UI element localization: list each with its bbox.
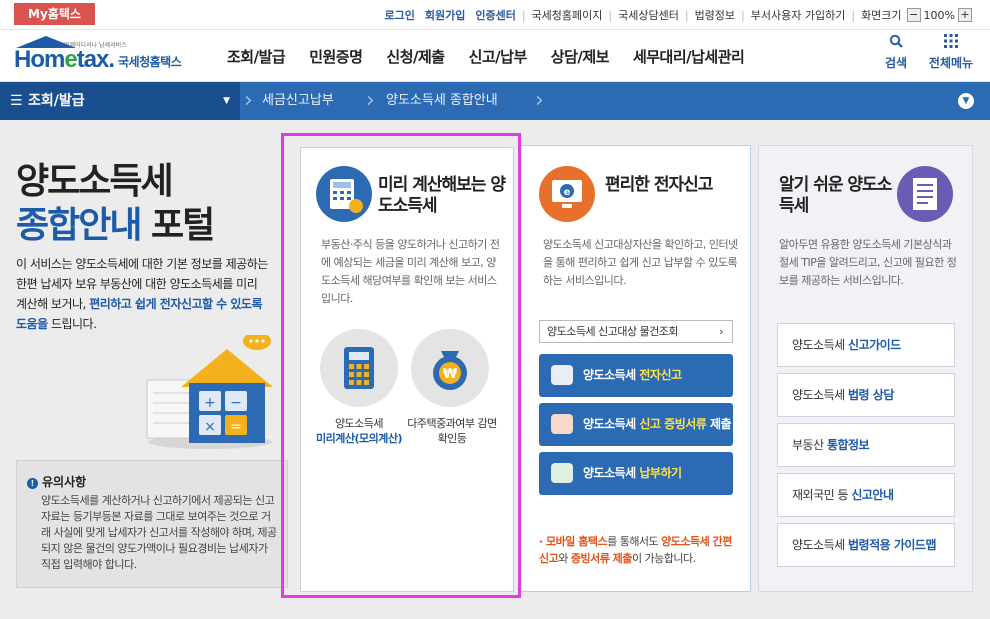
svg-text:+: + bbox=[204, 395, 216, 411]
zoom-level: 100% bbox=[923, 8, 955, 22]
house-calculator-illustration: + − × = bbox=[145, 332, 275, 450]
hamburger-icon: ☰ bbox=[10, 93, 23, 109]
breadcrumb-menu-dropdown[interactable]: ☰ 조회/발급 ▼ bbox=[0, 82, 240, 120]
breadcrumb-separator-icon: › bbox=[244, 88, 253, 113]
breadcrumb-item-tax-filing[interactable]: 세금신고납부 bbox=[262, 82, 334, 120]
law-info-link[interactable]: 법령정보 bbox=[695, 7, 735, 23]
chevron-right-icon: › bbox=[719, 325, 723, 338]
document-icon bbox=[551, 414, 573, 434]
card-easy-guide-desc: 알아두면 유용한 양도소득세 기본상식과 절세 TIP을 알려드리고, 신고에 … bbox=[779, 238, 957, 287]
real-estate-info-link[interactable]: 부동산 통합정보 bbox=[777, 423, 955, 467]
logo-wordmark: Hometax. bbox=[14, 46, 115, 73]
nav-item-filing[interactable]: 신고/납부 bbox=[469, 46, 528, 67]
e-filing-icon: e bbox=[539, 166, 595, 222]
mobile-notice: · 모바일 홈택스를 통해서도 양도소득세 간편신고와 증빙서류 제출이 가능합… bbox=[539, 535, 732, 565]
calculator-icon bbox=[316, 166, 372, 222]
card-efiling-title: 편리한 전자신고 bbox=[605, 175, 713, 195]
my-hometax-button[interactable]: My홈택스 bbox=[14, 3, 95, 25]
dropdown-arrow-icon: ▼ bbox=[223, 96, 230, 106]
breadcrumb-separator-icon: › bbox=[535, 88, 544, 113]
submit-documents-button[interactable]: 양도소득세 신고 증빙서류 제출 bbox=[539, 403, 733, 446]
nav-item-tax-agent[interactable]: 세무대리/납세관리 bbox=[633, 46, 745, 67]
search-label: 검색 bbox=[884, 56, 908, 70]
nav-item-inquiry[interactable]: 조회/발급 bbox=[227, 46, 286, 67]
nav-item-application[interactable]: 신청/제출 bbox=[386, 46, 445, 67]
nts-homepage-link[interactable]: 국세청홈페이지 bbox=[532, 7, 603, 23]
logo-org-name: 국세청홈택스 bbox=[118, 55, 182, 69]
dept-user-signup-link[interactable]: 부서사용자 가입하기 bbox=[751, 7, 846, 23]
breadcrumb-expand-icon[interactable]: ▼ bbox=[958, 93, 974, 109]
card-precalc: 미리 계산해보는 양도소득세 부동산·주식 등을 양도하거나 신고하기 전에 예… bbox=[300, 147, 514, 592]
svg-text:−: − bbox=[230, 395, 242, 411]
monitor-icon bbox=[551, 365, 573, 385]
page-title: 양도소득세 종합안내 포털 bbox=[16, 161, 215, 246]
breadcrumb-item-current[interactable]: 양도소득세 종합안내 bbox=[386, 82, 498, 120]
card-precalc-title: 미리 계산해보는 양도소득세 bbox=[378, 175, 506, 216]
calculator-icon bbox=[344, 347, 374, 389]
card-efiling: e 편리한 전자신고 양도소득세 신고대상자산을 확인하고, 인터넷을 통해 편… bbox=[520, 145, 751, 592]
zoom-in-button[interactable]: + bbox=[958, 8, 972, 22]
grid-menu-icon bbox=[925, 34, 977, 54]
breadcrumb-separator-icon: › bbox=[366, 88, 375, 113]
signup-link[interactable]: 회원가입 bbox=[425, 7, 465, 23]
divider: | bbox=[608, 8, 613, 22]
card-precalc-desc: 부동산·주식 등을 양도하거나 신고하기 전에 예상되는 세금을 미리 계산해 … bbox=[321, 238, 500, 305]
site-header: 언제어디서나 납세서비스 Hometax. 국세청홈택스 조회/발급 민원증명 … bbox=[0, 30, 990, 82]
global-nav: 조회/발급 민원증명 신청/제출 신고/납부 상담/제보 세무대리/납세관리 bbox=[215, 46, 756, 67]
search-button[interactable]: 검색 bbox=[873, 34, 919, 71]
card-easy-guide: 알기 쉬운 양도소득세 알아두면 유용한 양도소득세 기본상식과 절세 TIP을… bbox=[758, 145, 973, 592]
login-link[interactable]: 로그인 bbox=[384, 7, 414, 23]
document-list-icon bbox=[897, 166, 953, 222]
intro-text: 이 서비스는 양도소득세에 대한 기본 정보를 제공하는 한편 납세자 보유 부… bbox=[16, 257, 268, 331]
money-bag-icon: ₩ bbox=[433, 351, 467, 390]
payment-icon bbox=[551, 463, 573, 483]
breadcrumb: ☰ 조회/발급 ▼ › 세금신고납부 › 양도소득세 종합안내 › ▼ bbox=[0, 82, 990, 120]
card-easy-guide-title: 알기 쉬운 양도소득세 bbox=[779, 175, 892, 216]
notice-box: ! 유의사항 양도소득세를 계산하거나 신고하기에서 제공되는 신고 자료는 등기… bbox=[16, 460, 288, 588]
screen-size-label: 화면크기 bbox=[861, 9, 902, 22]
nav-item-consult[interactable]: 상담/제보 bbox=[551, 46, 610, 67]
divider: | bbox=[741, 8, 745, 22]
card-efiling-desc: 양도소득세 신고대상자산을 확인하고, 인터넷을 통해 편리하고 쉽게 신고 납… bbox=[543, 238, 738, 287]
overseas-filing-link[interactable]: 재외국민 등 신고안내 bbox=[777, 473, 955, 517]
multi-home-check-button[interactable]: ₩ bbox=[411, 329, 489, 407]
all-menu-button[interactable]: 전체메뉴 bbox=[925, 34, 977, 71]
efiling-button[interactable]: 양도소득세 전자신고 bbox=[539, 354, 733, 397]
filing-target-lookup-button[interactable]: 양도소득세 신고대상 물건조회 › bbox=[539, 320, 733, 343]
multi-home-label[interactable]: 다주택중과여부 감면확인등 bbox=[407, 416, 497, 446]
divider: | bbox=[684, 8, 689, 22]
precalc-calculator-button[interactable] bbox=[320, 329, 398, 407]
hometax-logo[interactable]: 언제어디서나 납세서비스 Hometax. 국세청홈택스 bbox=[14, 36, 199, 76]
all-menu-label: 전체메뉴 bbox=[928, 56, 974, 70]
zoom-out-button[interactable]: − bbox=[906, 8, 921, 22]
search-icon bbox=[873, 34, 919, 54]
pay-tax-button[interactable]: 양도소득세 납부하기 bbox=[539, 452, 733, 495]
divider: | bbox=[521, 8, 526, 22]
breadcrumb-menu-label: 조회/발급 bbox=[28, 93, 85, 109]
svg-text:e: e bbox=[564, 187, 571, 198]
law-consult-link[interactable]: 양도소득세 법령 상담 bbox=[777, 373, 955, 417]
notice-text: 양도소득세를 계산하거나 신고하기에서 제공되는 신고 자료는 등기부등본 자료… bbox=[41, 494, 277, 571]
utility-links: 로그인 회원가입 인증센터 | 국세청홈페이지 | 국세상담센터 | 법령정보 … bbox=[379, 7, 972, 23]
divider: | bbox=[851, 8, 856, 22]
nav-item-certificates[interactable]: 민원증명 bbox=[309, 46, 363, 67]
svg-text:×: × bbox=[204, 419, 216, 435]
utility-bar: My홈택스 로그인 회원가입 인증센터 | 국세청홈페이지 | 국세상담센터 |… bbox=[0, 0, 990, 30]
precalc-label[interactable]: 양도소득세 미리계산(모의계산) bbox=[309, 416, 409, 446]
cert-center-link[interactable]: 인증센터 bbox=[475, 7, 515, 23]
notice-title: ! 유의사항 bbox=[27, 473, 277, 490]
filing-guide-link[interactable]: 양도소득세 신고가이드 bbox=[777, 323, 955, 367]
consult-center-link[interactable]: 국세상담센터 bbox=[618, 7, 679, 23]
svg-text:₩: ₩ bbox=[443, 367, 458, 382]
svg-text:=: = bbox=[230, 419, 242, 435]
main-content: 양도소득세 종합안내 포털 이 서비스는 양도소득세에 대한 기본 정보를 제공… bbox=[0, 120, 990, 619]
info-icon: ! bbox=[27, 478, 38, 489]
law-guide-map-link[interactable]: 양도소득세 법령적용 가이드맵 bbox=[777, 523, 955, 567]
